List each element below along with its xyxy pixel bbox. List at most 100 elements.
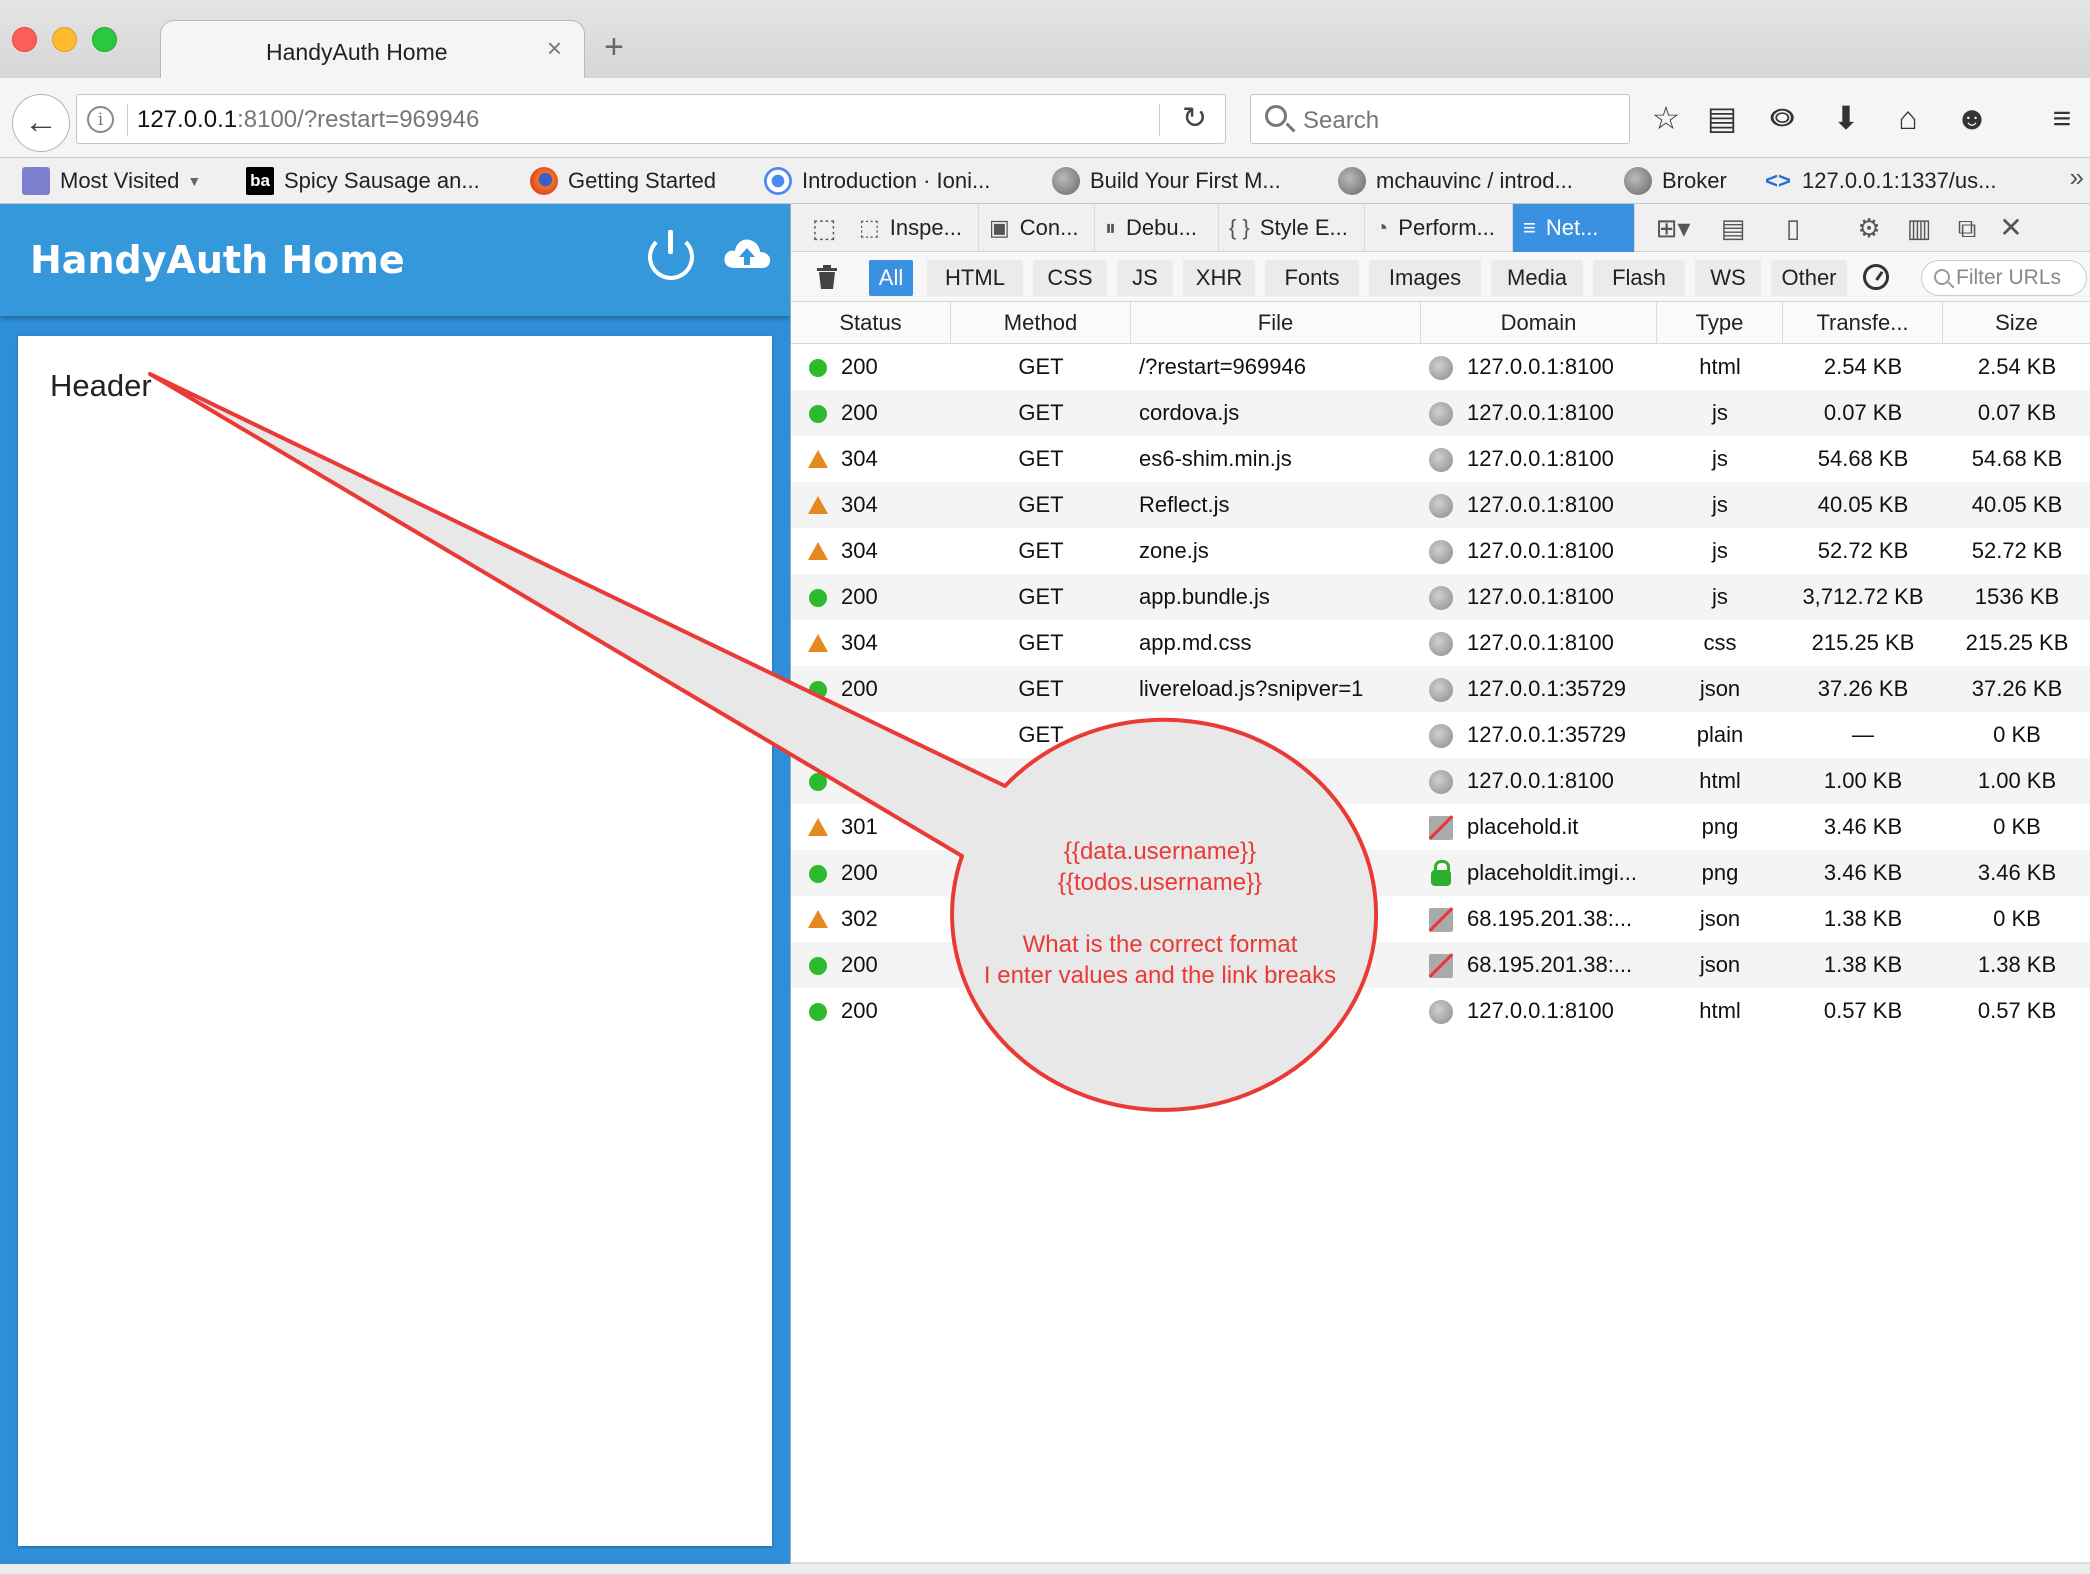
request-row[interactable]: 304 GET es6-shim.min.js 127.0.0.1:8100 js 54.…	[791, 436, 2090, 482]
tab-console[interactable]: ▣ Con...	[979, 204, 1095, 252]
filter-html-button[interactable]: HTML	[927, 260, 1023, 296]
responsive-mode-icon[interactable]: ▯	[1773, 212, 1813, 244]
close-devtools-icon[interactable]: ✕	[1991, 212, 2031, 244]
tab-debugger[interactable]: ⏸ Debu...	[1095, 204, 1219, 252]
bookmark-introduction-ionic[interactable]: Introduction · Ioni...	[764, 162, 990, 200]
bookmark-mchauvinc[interactable]: mchauvinc / introd...	[1338, 162, 1573, 200]
menu-icon[interactable]: ≡	[2040, 98, 2084, 138]
status-warning-icon	[808, 450, 828, 468]
cell-size: 1536 KB	[1974, 584, 2060, 609]
bookmark-build-your-first[interactable]: Build Your First M...	[1052, 162, 1281, 200]
performance-timer-icon[interactable]	[1863, 264, 1889, 290]
bookmark-broker[interactable]: Broker	[1624, 162, 1727, 200]
cell-transferred: 2.54 KB	[1823, 354, 1903, 379]
reload-icon[interactable]: ↻	[1182, 101, 1207, 136]
url-bar[interactable]: i 127.0.0.1:8100/?restart=969946 ↻	[76, 94, 1226, 144]
filter-fonts-button[interactable]: Fonts	[1265, 260, 1359, 296]
cell-method	[951, 758, 1131, 804]
filter-all-button[interactable]: All	[869, 260, 913, 296]
insecure-icon	[1429, 816, 1453, 840]
column-header-status[interactable]: Status	[791, 302, 951, 344]
bookmark-label: mchauvinc / introd...	[1376, 168, 1573, 193]
filter-css-button[interactable]: CSS	[1033, 260, 1107, 296]
cell-domain: 127.0.0.1:35729	[1467, 676, 1627, 701]
cell-type: js	[1712, 492, 1728, 517]
bookmark-spicy-sausage[interactable]: ba Spicy Sausage an...	[246, 162, 480, 200]
cell-domain: 127.0.0.1:8100	[1467, 768, 1614, 793]
request-row[interactable]: 200 127.0.0.1:8100 html 0.57 KB 0.57 KB	[791, 988, 2090, 1034]
cell-method: GET	[1018, 722, 1064, 747]
tab-performance[interactable]: ◔ Perform...	[1365, 204, 1513, 252]
tab-close-icon[interactable]: ×	[547, 33, 562, 64]
filter-js-button[interactable]: JS	[1117, 260, 1173, 296]
insecure-icon	[1429, 954, 1453, 978]
cell-file: es6-shim.min.js	[1139, 446, 1292, 471]
request-row[interactable]: 304 GET app.md.css 127.0.0.1:8100 css 215.25 …	[791, 620, 2090, 666]
bookmarks-overflow-icon[interactable]: »	[2070, 162, 2084, 193]
bookmark-localhost-1337[interactable]: <> 127.0.0.1:1337/us...	[1764, 162, 1996, 200]
globe-icon	[1052, 167, 1080, 195]
filter-urls-input[interactable]	[1956, 265, 2082, 291]
globe-icon	[1429, 402, 1453, 426]
request-row[interactable]: 304 GET zone.js 127.0.0.1:8100 js 52.72 KB 52.…	[791, 528, 2090, 574]
cell-method: GET	[1018, 400, 1064, 425]
cloud-upload-icon[interactable]	[722, 234, 772, 274]
tab-style-editor[interactable]: { } Style E...	[1219, 204, 1365, 252]
request-row[interactable]: 127.0.0.1:8100 html 1.00 KB 1.00 KB	[791, 758, 2090, 804]
window-close-button[interactable]	[12, 27, 37, 52]
tab-network[interactable]: ≡ Net...	[1513, 204, 1635, 252]
element-picker-icon[interactable]: ⬚	[807, 212, 841, 244]
tab-inspector[interactable]: ⬚ Inspe...	[849, 204, 979, 252]
layout-dropdown-icon[interactable]: ⊞▾	[1643, 212, 1703, 244]
request-row[interactable]: 200 GET livereload.js?snipver=1 127.0.0.1:3…	[791, 666, 2090, 712]
cell-domain: 127.0.0.1:8100	[1467, 630, 1614, 655]
window-maximize-button[interactable]	[92, 27, 117, 52]
callout-text: {{data.username}} {{todos.username}} Wha…	[950, 836, 1370, 991]
bookmark-star-icon[interactable]: ☆	[1644, 98, 1688, 138]
pocket-icon[interactable]: ⭖	[1760, 98, 1804, 138]
filter-xhr-button[interactable]: XHR	[1183, 260, 1255, 296]
browser-tab[interactable]: HandyAuth Home ×	[160, 20, 585, 78]
new-tab-button[interactable]: +	[604, 30, 624, 64]
cell-file: app.bundle.js	[1139, 584, 1270, 609]
back-button[interactable]: ←	[12, 94, 70, 152]
undock-window-icon[interactable]: ⧉	[1947, 212, 1987, 244]
cell-file: /?restart=969946	[1139, 354, 1306, 379]
download-icon[interactable]: ⬇	[1824, 98, 1868, 138]
filter-flash-button[interactable]: Flash	[1593, 260, 1685, 296]
settings-gear-icon[interactable]: ⚙	[1849, 212, 1889, 244]
column-header-method[interactable]: Method	[951, 302, 1131, 344]
split-console-icon[interactable]: ▤	[1713, 212, 1753, 244]
status-ok-icon	[809, 957, 827, 975]
search-bar[interactable]: Search	[1250, 94, 1630, 144]
filter-media-button[interactable]: Media	[1491, 260, 1583, 296]
request-row[interactable]: 200 GET cordova.js 127.0.0.1:8100 js 0.07 KB 0…	[791, 390, 2090, 436]
request-row[interactable]: 200 GET /?restart=969946 127.0.0.1:8100 html…	[791, 344, 2090, 390]
power-icon[interactable]	[648, 230, 694, 280]
filter-images-button[interactable]: Images	[1369, 260, 1481, 296]
trash-icon[interactable]	[815, 264, 839, 290]
request-row[interactable]: GET 127.0.0.1:35729 plain — 0 KB	[791, 712, 2090, 758]
cell-type: js	[1712, 584, 1728, 609]
cell-size: 1.00 KB	[1977, 768, 2057, 793]
dock-bottom-icon[interactable]: ▥	[1899, 212, 1939, 244]
column-header-domain[interactable]: Domain	[1421, 302, 1657, 344]
window-minimize-button[interactable]	[52, 27, 77, 52]
column-header-size[interactable]: Size	[1943, 302, 2090, 344]
column-header-file[interactable]: File	[1131, 302, 1421, 344]
column-header-transferred[interactable]: Transfe...	[1783, 302, 1943, 344]
emoji-icon[interactable]: ☻	[1950, 98, 1994, 138]
column-header-type[interactable]: Type	[1657, 302, 1783, 344]
reload-separator	[1159, 104, 1160, 136]
bookmark-most-visited[interactable]: Most Visited ▼	[22, 162, 201, 200]
filter-ws-button[interactable]: WS	[1695, 260, 1761, 296]
reading-list-icon[interactable]: ▤	[1700, 98, 1744, 138]
request-row[interactable]: 304 GET Reflect.js 127.0.0.1:8100 js 40.05 KB…	[791, 482, 2090, 528]
info-icon[interactable]: i	[87, 106, 114, 133]
request-row[interactable]: 200 GET app.bundle.js 127.0.0.1:8100 js 3,712…	[791, 574, 2090, 620]
bookmark-getting-started[interactable]: Getting Started	[530, 162, 716, 200]
filter-urls-box[interactable]	[1921, 260, 2087, 296]
url-text[interactable]: 127.0.0.1:8100/?restart=969946	[137, 106, 479, 134]
filter-other-button[interactable]: Other	[1771, 260, 1847, 296]
home-icon[interactable]: ⌂	[1886, 98, 1930, 138]
